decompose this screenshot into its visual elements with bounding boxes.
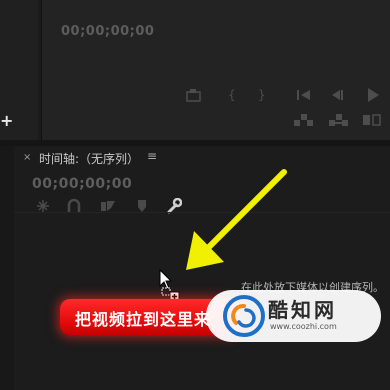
watermark-url: www.coozhi.com [270,322,337,331]
drag-cursor-icon [159,269,180,302]
annotation-banner-text: 把视频拉到这里来 [75,310,212,329]
watermark-name: 酷知网 [268,298,337,322]
watermark-logo-icon [223,295,265,337]
